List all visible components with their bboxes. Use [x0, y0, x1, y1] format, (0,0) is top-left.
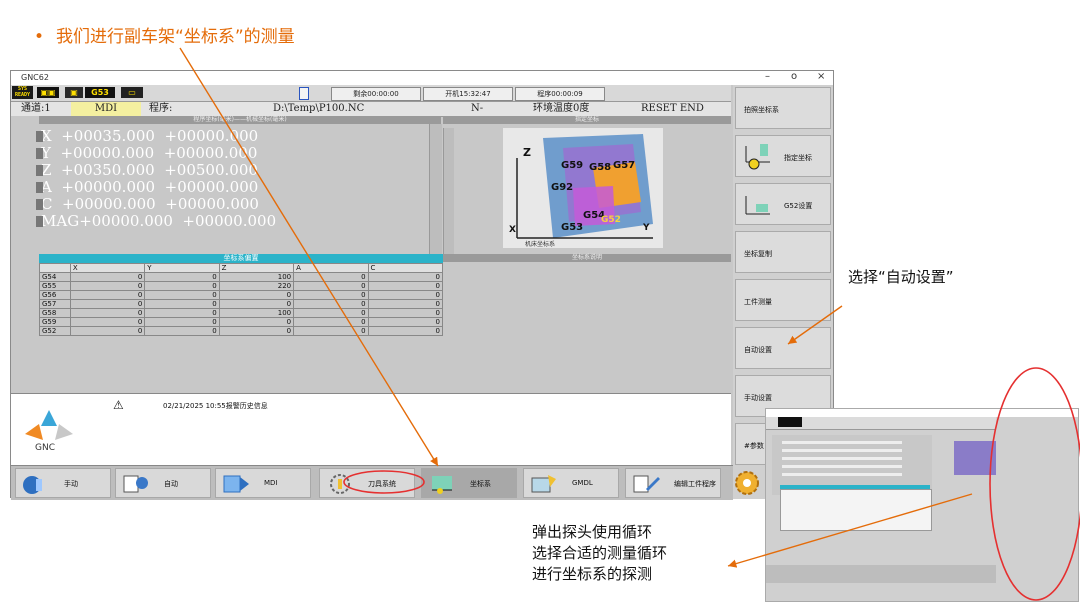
svg-text:机床坐标系: 机床坐标系	[525, 240, 555, 248]
softkey-auto-setting[interactable]: 自动设置	[735, 327, 831, 369]
program-path: D:\Temp\P100.NC	[273, 103, 365, 114]
softkey-coord-copy[interactable]: 坐标复制	[735, 231, 831, 273]
channel-label: 通道:1	[21, 103, 51, 114]
edit-program-button[interactable]: 编辑工件程序	[625, 468, 721, 498]
manual-hand-icon	[23, 476, 42, 494]
table-row[interactable]: G59 0 0 0 0 0	[39, 317, 444, 327]
line-number: N-	[471, 103, 484, 114]
program-run-time: 程序00:00:09	[515, 87, 605, 101]
table-row[interactable]: G57 0 0 0 0 0	[39, 299, 444, 309]
edit-program-icon	[633, 475, 660, 493]
table-row[interactable]: G52 0 0 0 0 0	[39, 326, 444, 336]
coordinate-panel: 程序坐标(毫米)——机械坐标(毫米) X +00035.000 +00000.0…	[11, 116, 442, 254]
softkey-specify-coord[interactable]: 指定坐标	[735, 135, 831, 177]
mdi-button[interactable]: MDI	[215, 468, 311, 498]
offset-table-title: 坐标系偏置	[39, 254, 443, 263]
svg-text:X: X	[509, 225, 516, 235]
softkey-workpiece-measure[interactable]: 工件测量	[735, 279, 831, 321]
schematic-header: 指定坐标	[443, 116, 731, 124]
mdi-cursor-icon	[223, 475, 249, 493]
svg-text:Y: Y	[642, 223, 650, 233]
sys-ready-indicator: SYS READY	[12, 86, 33, 99]
specify-coord-icon	[745, 144, 770, 170]
info-bar: 通道:1 MDI 程序: D:\Temp\P100.NC N- 环境温度0度 R…	[11, 102, 731, 117]
coordinate-scrollbar[interactable]	[429, 124, 442, 254]
program-label: 程序:	[149, 103, 173, 114]
close-button[interactable]: ×	[817, 71, 825, 82]
mode-indicator: MDI	[71, 102, 141, 116]
maximize-button[interactable]: o	[791, 71, 797, 82]
svg-text:G58: G58	[589, 162, 611, 173]
warning-icon: ⚠	[113, 398, 124, 412]
table-row[interactable]: G55 0 0 220 0 0	[39, 281, 444, 291]
coord-row-c: C +00000.000 +00000.000	[36, 196, 259, 212]
remaining-time: 剩余00:00:00	[331, 87, 421, 101]
annotation-auto-setting: 选择“自动设置”	[848, 268, 954, 286]
channel-indicator-icon	[299, 87, 309, 100]
status-icon-a: ▣▣	[37, 87, 59, 98]
svg-text:G92: G92	[551, 182, 573, 193]
window-titlebar: GNC62 – o ×	[11, 71, 833, 85]
coordinate-header: 程序坐标(毫米)——机械坐标(毫米)	[39, 116, 441, 124]
coordinate-schematic-panel: 指定坐标 Z X Y G59 G58 G57 G92 G54 G52 G53 机…	[443, 116, 731, 254]
power-on-time: 开机15:32:47	[423, 87, 513, 101]
status-icon-b: ▣	[65, 87, 83, 98]
gmdl-button[interactable]: GMDL	[523, 468, 619, 498]
svg-text:Z: Z	[523, 146, 531, 159]
description-header: 坐标系说明	[443, 254, 731, 262]
g52-setting-icon	[745, 196, 770, 215]
manual-button[interactable]: 手动	[15, 468, 111, 498]
minimize-button[interactable]: –	[765, 71, 770, 82]
alarm-message: 02/21/2025 10:55报警历史信息	[163, 402, 268, 410]
slide-title: • 我们进行副车架“坐标系”的测量	[34, 27, 295, 47]
coord-row-y: Y +00000.000 +00000.000	[36, 145, 257, 161]
coordinate-system-icon	[432, 476, 452, 494]
coordinate-system-button[interactable]: 坐标系	[421, 468, 517, 498]
gear-icon[interactable]	[730, 468, 764, 498]
svg-text:G52: G52	[601, 215, 621, 225]
coord-row-a: A +00000.000 +00000.000	[36, 179, 258, 195]
svg-text:G59: G59	[561, 160, 583, 171]
tool-system-button[interactable]: 刀具系统	[319, 468, 415, 498]
coord-row-z: Z +00350.000 +00500.000	[36, 162, 258, 178]
svg-text:GNC: GNC	[35, 443, 55, 452]
status-bar: SYS READY ▣▣ ▣ G53 ▭ 剩余00:00:00 开机15:32:…	[11, 85, 731, 102]
table-row[interactable]: G54 0 0 100 0 0	[39, 272, 444, 282]
table-row[interactable]: G58 0 0 100 0 0	[39, 308, 444, 318]
function-key-bar: 手动 自动 MDI 刀具系统 坐标系 GMDL 编辑工件程序	[11, 465, 733, 500]
description-panel: 坐标系说明	[443, 254, 731, 393]
message-area: GNC ⚠ 02/21/2025 10:55报警历史信息	[11, 393, 731, 466]
coordinate-system-diagram: Z X Y G59 G58 G57 G92 G54 G52 G53 机床坐标系	[503, 128, 663, 248]
coordinate-offset-table: 坐标系偏置 X Y Z A C G54 0 0 100 0 0 G55 0 0 220 0 0 G5…	[39, 254, 444, 394]
annotation-probe-cycle: 弹出探头使用循环 选择合适的测量循环 进行坐标系的探测	[532, 523, 668, 583]
probe-cycle-thumbnail	[765, 408, 1079, 602]
auto-program-icon	[123, 475, 148, 493]
reset-status: RESET END	[641, 103, 704, 114]
gmdl-icon	[531, 475, 556, 493]
svg-text:G53: G53	[561, 222, 583, 233]
tool-system-icon	[330, 474, 350, 494]
schematic-scrollbar[interactable]	[443, 128, 454, 254]
softkey-g52-setting[interactable]: G52设置	[735, 183, 831, 225]
auto-button[interactable]: 自动	[115, 468, 211, 498]
coord-row-mag: MAG+00000.000 +00000.000	[36, 213, 276, 229]
environment-temp: 环境温度0度	[533, 103, 590, 114]
table-row[interactable]: G56 0 0 0 0 0	[39, 290, 444, 300]
svg-text:G57: G57	[613, 160, 635, 171]
coord-row-x: X +00035.000 +00000.000	[36, 128, 258, 144]
gnc62-window: GNC62 – o × SYS READY ▣▣ ▣ G53 ▭ 剩余00:00…	[10, 70, 834, 500]
gnc-logo: GNC	[25, 410, 73, 452]
g53-badge: G53	[85, 87, 115, 98]
softkey-photo-coord[interactable]: 拍照坐标系	[735, 87, 831, 129]
window-title: GNC62	[21, 73, 49, 82]
table-header-row: X Y Z A C	[39, 263, 444, 273]
keyboard-icon: ▭	[121, 87, 143, 98]
